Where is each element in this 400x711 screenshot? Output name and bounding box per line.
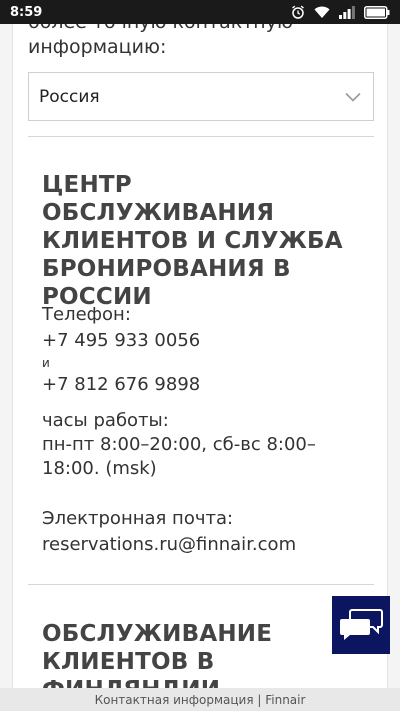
page-title: Контактная информация | Finnair [94,692,306,707]
chevron-down-icon [345,92,361,102]
page-viewport[interactable]: более точную контактную информацию: Росс… [0,24,400,688]
phone-number-1[interactable]: +7 495 933 0056 [42,330,200,351]
email-link[interactable]: reservations.ru@finnair.com [42,534,296,555]
chat-button[interactable] [332,596,390,654]
heading-line: ОБСЛУЖИВАНИЕ [42,621,273,647]
heading-line: ФИНЛЯНДИИ [42,676,362,688]
section-divider [28,136,374,137]
chat-bubbles-icon [340,609,383,640]
hours-line-2: 18:00. (msk) [42,458,157,479]
section-divider [28,584,374,585]
hours-line-1: пн-пт 8:00–20:00, сб-вс 8:00– [42,434,316,455]
heading-line: БРОНИРОВАНИЯ В [42,256,291,282]
russia-section-heading: ЦЕНТР ОБСЛУЖИВАНИЯ КЛИЕНТОВ И СЛУЖБА БРО… [42,171,362,311]
wifi-icon [314,6,330,18]
status-icons [291,5,390,19]
battery-icon [364,5,390,19]
country-select[interactable]: Россия [28,72,374,121]
heading-line: КЛИЕНТОВ В [42,649,215,675]
content-panel: более точную контактную информацию: Росс… [12,24,388,688]
alarm-icon [292,5,304,19]
status-bar: 8:59 [0,0,400,24]
heading-line: КЛИЕНТОВ И СЛУЖБА [42,228,343,254]
signal-icon [339,5,355,19]
country-select-value: Россия [39,86,100,107]
hours-label: часы работы: [42,410,169,431]
phone-number-2[interactable]: +7 812 676 9898 [42,374,200,395]
phone-conjunction: и [42,356,50,370]
browser-title-bar: Контактная информация | Finnair [0,688,400,711]
phone-label: Телефон: [42,304,131,325]
email-label: Электронная почта: [42,508,234,529]
status-time: 8:59 [10,4,43,20]
intro-text: более точную контактную информацию: [28,24,293,58]
heading-line: ЦЕНТР ОБСЛУЖИВАНИЯ [42,172,275,226]
finland-section-heading: ОБСЛУЖИВАНИЕ КЛИЕНТОВ В ФИНЛЯНДИИ [42,620,362,688]
